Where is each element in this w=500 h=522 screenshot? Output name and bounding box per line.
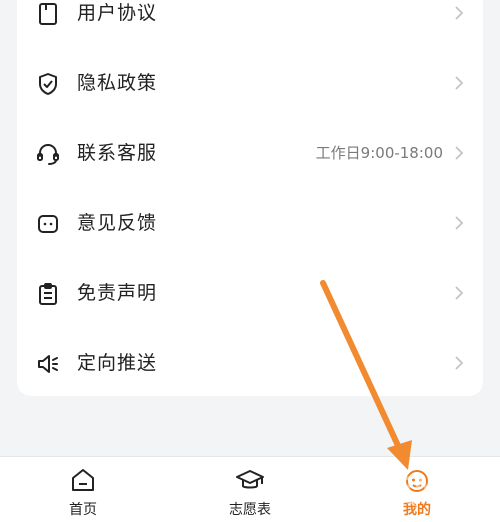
tab-label: 首页 [69,502,97,518]
profile-screen: 用户协议 隐私政策 联系客服 工作日9:00-18:00 意见反馈 免责声明 定… [0,0,500,522]
menu-item-disclaimer[interactable]: 免责声明 [17,258,483,328]
chevron-right-icon [453,145,465,161]
support-hours-text: 工作日9:00-18:00 [315,144,443,162]
chevron-right-icon [453,215,465,231]
clipboard-icon [35,281,61,307]
menu-item-label: 隐私政策 [77,72,158,94]
chevron-right-icon [453,285,465,301]
graduation-cap-icon [235,465,265,495]
tab-label: 志愿表 [229,502,271,518]
menu-item-label: 用户协议 [77,2,158,24]
menu-item-user-agreement[interactable]: 用户协议 [17,0,483,48]
chevron-right-icon [453,5,465,21]
tab-volunteer-form[interactable]: 志愿表 [167,457,333,522]
tab-mine[interactable]: 我的 [334,457,500,522]
menu-item-label: 联系客服 [77,142,158,164]
menu-item-privacy-policy[interactable]: 隐私政策 [17,48,483,118]
menu-item-feedback[interactable]: 意见反馈 [17,188,483,258]
bottom-tab-bar: 首页 志愿表 我的 [0,456,500,522]
menu-item-label: 定向推送 [77,352,158,374]
menu-item-label: 意见反馈 [77,212,158,234]
feedback-face-icon [35,211,61,237]
tab-label: 我的 [403,502,431,518]
home-icon [68,465,98,495]
menu-item-targeted-push[interactable]: 定向推送 [17,328,483,398]
profile-mascot-icon [402,465,432,495]
chevron-right-icon [453,355,465,371]
tab-home[interactable]: 首页 [0,457,166,522]
menu-item-label: 免责声明 [77,282,158,304]
speaker-icon [35,351,61,377]
menu-item-contact-support[interactable]: 联系客服 工作日9:00-18:00 [17,118,483,188]
shield-check-icon [35,71,61,97]
document-icon [35,1,61,27]
settings-menu-card: 用户协议 隐私政策 联系客服 工作日9:00-18:00 意见反馈 免责声明 定… [17,0,483,396]
headset-icon [35,141,61,167]
chevron-right-icon [453,75,465,91]
